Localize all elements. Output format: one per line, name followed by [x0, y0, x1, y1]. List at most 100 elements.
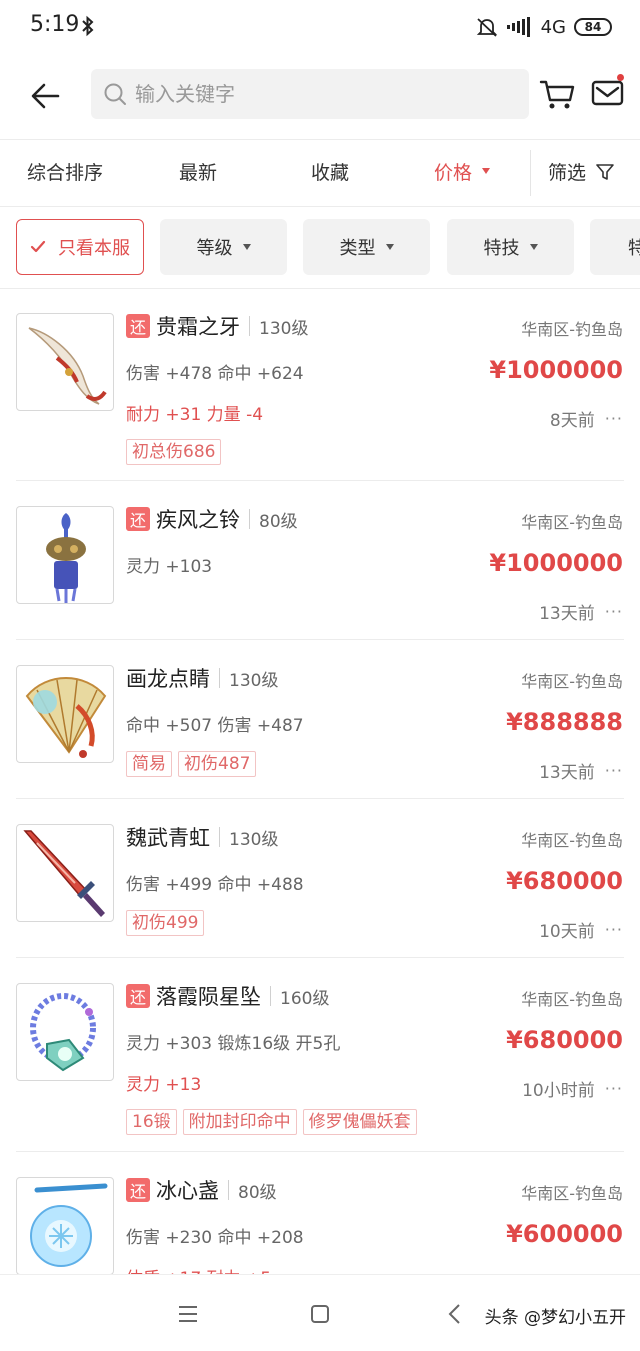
search-box[interactable]: [91, 69, 529, 119]
level-divider: [219, 827, 220, 847]
menu-icon[interactable]: [173, 1299, 203, 1329]
sort-bar: 综合排序 最新 收藏 价格 筛选: [0, 140, 640, 207]
list-item[interactable]: 还 冰心盏 80级 伤害 +230 命中 +208 体质 +17 耐力 +5 华…: [0, 1153, 640, 1274]
item-time: 8天前 ···: [550, 406, 623, 431]
filter-button[interactable]: 筛选: [548, 140, 614, 206]
item-name: 魏武青虹: [126, 826, 210, 850]
item-server: 华南区-钓鱼岛: [521, 513, 623, 532]
skill-chip-label: 特技: [483, 238, 520, 259]
list-item[interactable]: 还 疾风之铃 80级 灵力 +103 华南区-钓鱼岛 ¥1000000 13天前…: [0, 482, 640, 640]
item-server: 华南区-钓鱼岛: [521, 320, 623, 339]
item-name: 画龙点睛: [126, 667, 210, 691]
filter-chips: 只看本服 等级 类型 特技 特: [0, 207, 640, 289]
fang-weapon-icon: [28, 327, 107, 405]
watermark: 头条 @梦幻小五开: [484, 1308, 626, 1328]
level-divider: [270, 986, 271, 1006]
returnable-badge: 还: [126, 984, 150, 1008]
item-thumbnail: [16, 506, 114, 604]
ice-orb-icon: [30, 1183, 108, 1267]
item-level: 80级: [238, 1182, 277, 1203]
item-time-label: 13天前: [539, 763, 595, 783]
item-server: 华南区-钓鱼岛: [521, 672, 623, 691]
funnel-icon: [596, 163, 614, 180]
mute-bell-icon: [476, 18, 497, 37]
item-price: ¥888888: [506, 708, 623, 736]
item-time-label: 8天前: [549, 411, 595, 431]
list-item[interactable]: 还 贵霜之牙 130级 伤害 +478 命中 +624 耐力 +31 力量 -4…: [0, 289, 640, 481]
item-title-row: 还 贵霜之牙 130级: [126, 312, 308, 340]
item-title-row: 还 疾风之铃 80级: [126, 505, 298, 533]
sort-comprehensive[interactable]: 综合排序: [27, 140, 103, 206]
filter-label: 筛选: [548, 162, 587, 184]
list-item[interactable]: 画龙点睛 130级 命中 +507 伤害 +487 简易 初伤487 华南区-钓…: [0, 641, 640, 799]
item-level: 130级: [229, 670, 279, 691]
level-divider: [228, 1180, 229, 1200]
item-price: ¥1000000: [489, 549, 623, 577]
divider: [16, 480, 624, 481]
search-input[interactable]: [135, 69, 515, 119]
item-thumbnail: [16, 824, 114, 922]
caret-down-icon: [482, 167, 491, 174]
grade-chip[interactable]: 等级: [160, 219, 287, 275]
more-dots-icon[interactable]: ···: [605, 920, 623, 939]
overflow-chip[interactable]: 特: [590, 219, 640, 275]
item-tag: 简易: [126, 751, 172, 777]
item-price: ¥600000: [506, 1220, 623, 1248]
item-name: 贵霜之牙: [156, 315, 240, 339]
item-title-row: 魏武青虹 130级: [126, 823, 278, 851]
search-icon: [104, 83, 126, 105]
sort-price[interactable]: 价格: [434, 140, 491, 206]
divider: [16, 798, 624, 799]
status-bar: 5:19 4G 84: [0, 0, 640, 54]
system-nav-bar: 头条 @梦幻小五开: [0, 1274, 640, 1351]
item-level: 130级: [229, 829, 279, 850]
item-name: 冰心盏: [156, 1179, 219, 1203]
back-arrow-icon[interactable]: [26, 76, 66, 116]
home-square-icon[interactable]: [305, 1299, 335, 1329]
back-chevron-icon[interactable]: [440, 1299, 470, 1329]
battery-indicator: 84: [574, 18, 612, 36]
item-extra-stats: 灵力 +13: [126, 1075, 202, 1095]
sword-weapon-icon: [23, 830, 105, 917]
only-this-server-chip[interactable]: 只看本服: [16, 219, 144, 275]
item-time: 10天前 ···: [539, 917, 623, 942]
item-time: 13天前 ···: [539, 599, 623, 624]
cart-icon[interactable]: [537, 74, 577, 114]
check-icon: [30, 240, 46, 253]
level-divider: [249, 509, 250, 529]
sort-favorites[interactable]: 收藏: [311, 140, 349, 206]
list-item[interactable]: 魏武青虹 130级 伤害 +499 命中 +488 初伤499 华南区-钓鱼岛 …: [0, 800, 640, 958]
more-dots-icon[interactable]: ···: [605, 761, 623, 780]
item-price: ¥680000: [506, 867, 623, 895]
item-name: 落霞陨星坠: [156, 985, 261, 1009]
message-button[interactable]: [588, 72, 628, 112]
level-divider: [219, 668, 220, 688]
item-tag: 修罗傀儡妖套: [302, 1109, 417, 1135]
more-dots-icon[interactable]: ···: [605, 1079, 623, 1098]
sort-newest[interactable]: 最新: [179, 140, 217, 206]
item-time-label: 10天前: [539, 922, 595, 942]
item-stats: 灵力 +303 锻炼16级 开5孔: [126, 1034, 341, 1054]
search-header: [0, 54, 640, 140]
more-dots-icon[interactable]: ···: [605, 409, 623, 428]
skill-chip[interactable]: 特技: [447, 219, 574, 275]
type-chip[interactable]: 类型: [303, 219, 430, 275]
item-price: ¥680000: [506, 1026, 623, 1054]
returnable-badge: 还: [126, 1178, 150, 1202]
item-tags: 简易 初伤487: [126, 751, 257, 777]
overflow-chip-label: 特: [628, 234, 640, 260]
caret-down-icon: [242, 244, 251, 250]
item-stats: 伤害 +478 命中 +624: [126, 364, 304, 384]
item-level: 80级: [259, 511, 298, 532]
item-extra-stats: 耐力 +31 力量 -4: [126, 405, 264, 425]
more-dots-icon[interactable]: ···: [605, 602, 623, 621]
item-tags: 16锻 附加封印命中 修罗傀儡妖套: [126, 1109, 417, 1135]
bluetooth-icon: [82, 15, 94, 37]
bell-ornament-icon: [46, 513, 86, 603]
item-name: 疾风之铃: [156, 508, 240, 532]
item-thumbnail: [16, 313, 114, 411]
list-item[interactable]: 还 落霞陨星坠 160级 灵力 +303 锻炼16级 开5孔 灵力 +13 16…: [0, 959, 640, 1152]
item-tag: 16锻: [126, 1109, 177, 1135]
item-stats: 伤害 +230 命中 +208: [126, 1228, 304, 1248]
item-time-label: 13天前: [539, 604, 595, 624]
